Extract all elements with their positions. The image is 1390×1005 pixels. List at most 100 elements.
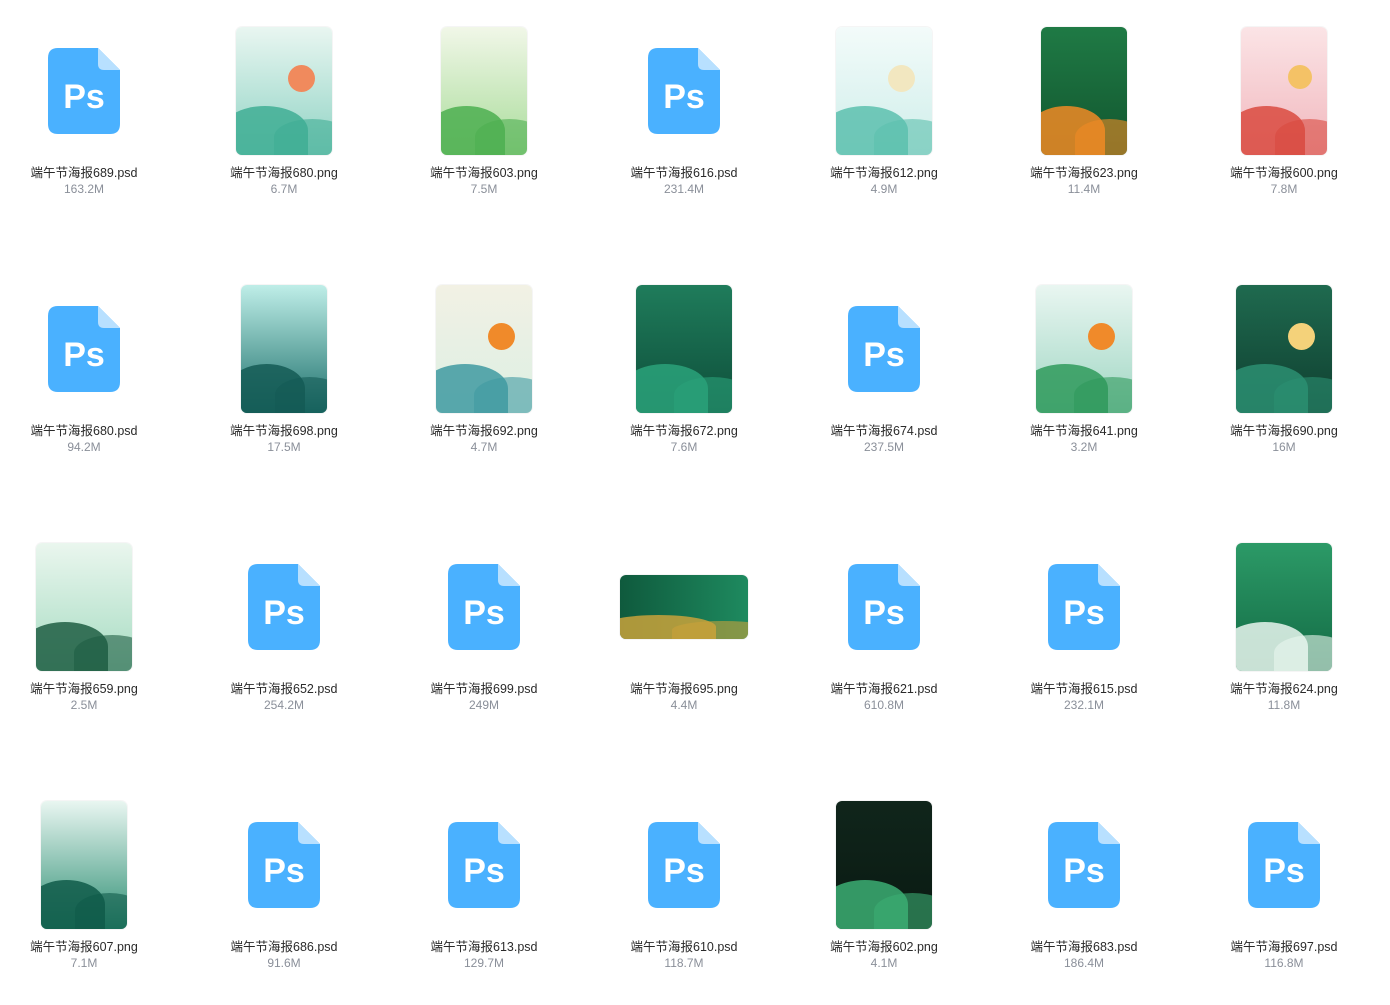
file-thumbnail[interactable]: Ps [618, 25, 750, 157]
svg-text:Ps: Ps [663, 852, 705, 890]
poster-hill-shape [674, 377, 732, 413]
file-item[interactable]: Ps 端午节海报610.psd 118.7M [584, 799, 784, 999]
file-item[interactable]: Ps 端午节海报697.psd 116.8M [1184, 799, 1384, 999]
file-item[interactable]: 端午节海报641.png 3.2M [984, 283, 1184, 483]
file-item[interactable]: 端午节海报672.png 7.6M [584, 283, 784, 483]
file-item[interactable]: 端午节海报603.png 7.5M [384, 25, 584, 225]
file-size: 254.2M [263, 698, 305, 712]
svg-text:Ps: Ps [1063, 852, 1105, 890]
file-thumbnail[interactable]: Ps [1018, 799, 1150, 931]
file-thumbnail[interactable]: Ps [18, 283, 150, 415]
file-thumbnail[interactable]: Ps [818, 541, 950, 673]
file-item[interactable]: 端午节海报602.png 4.1M [784, 799, 984, 999]
poster-thumbnail [241, 285, 327, 413]
file-thumbnail[interactable]: Ps [618, 799, 750, 931]
file-thumbnail[interactable] [418, 25, 550, 157]
file-size: 3.2M [1070, 440, 1098, 454]
file-thumbnail[interactable]: Ps [218, 799, 350, 931]
file-item[interactable]: Ps 端午节海报615.psd 232.1M [984, 541, 1184, 741]
poster-hill-shape [1274, 377, 1332, 413]
poster-thumbnail [436, 285, 532, 413]
file-name: 端午节海报659.png [30, 682, 138, 696]
file-item[interactable]: Ps 端午节海报683.psd 186.4M [984, 799, 1184, 999]
file-item[interactable]: Ps 端午节海报613.psd 129.7M [384, 799, 584, 999]
file-item[interactable]: 端午节海报612.png 4.9M [784, 25, 984, 225]
file-item[interactable]: Ps 端午节海报621.psd 610.8M [784, 541, 984, 741]
file-item[interactable]: Ps 端午节海报652.psd 254.2M [184, 541, 384, 741]
file-item[interactable]: Ps 端午节海报674.psd 237.5M [784, 283, 984, 483]
svg-text:Ps: Ps [863, 594, 905, 632]
file-thumbnail[interactable] [1018, 283, 1150, 415]
file-name: 端午节海报680.png [230, 166, 338, 180]
poster-hill-shape [75, 893, 127, 929]
file-name: 端午节海报686.psd [230, 940, 338, 954]
file-thumbnail[interactable] [618, 283, 750, 415]
file-thumbnail[interactable]: Ps [418, 541, 550, 673]
file-item[interactable]: 端午节海报607.png 7.1M [0, 799, 184, 999]
poster-thumbnail [441, 27, 527, 155]
file-thumbnail[interactable] [1218, 283, 1350, 415]
file-size: 2.5M [70, 698, 98, 712]
poster-thumbnail [836, 27, 932, 155]
photoshop-file-icon: Ps [648, 48, 720, 134]
file-item[interactable]: Ps 端午节海报689.psd 163.2M [0, 25, 184, 225]
file-thumbnail[interactable]: Ps [1018, 541, 1150, 673]
file-thumbnail[interactable] [818, 799, 950, 931]
poster-hill-shape [874, 893, 932, 929]
file-name: 端午节海报603.png [430, 166, 538, 180]
poster-hill-shape [275, 377, 327, 413]
file-thumbnail[interactable] [18, 799, 150, 931]
file-name: 端午节海报680.psd [30, 424, 138, 438]
poster-thumbnail [1236, 543, 1332, 671]
file-item[interactable]: 端午节海报692.png 4.7M [384, 283, 584, 483]
file-size: 610.8M [863, 698, 905, 712]
file-thumbnail[interactable] [1218, 25, 1350, 157]
svg-text:Ps: Ps [63, 78, 105, 116]
photoshop-file-icon: Ps [248, 822, 320, 908]
file-size: 11.8M [1267, 698, 1301, 712]
file-item[interactable]: Ps 端午节海报686.psd 91.6M [184, 799, 384, 999]
file-item[interactable]: 端午节海报698.png 17.5M [184, 283, 384, 483]
file-item[interactable]: 端午节海报623.png 11.4M [984, 25, 1184, 225]
file-item[interactable]: 端午节海报624.png 11.8M [1184, 541, 1384, 741]
file-thumbnail[interactable]: Ps [18, 25, 150, 157]
photoshop-file-icon: Ps [448, 564, 520, 650]
file-size: 16M [1272, 440, 1296, 454]
file-name: 端午节海报689.psd [30, 166, 138, 180]
file-thumbnail[interactable]: Ps [818, 283, 950, 415]
poster-hill-shape [874, 119, 932, 155]
file-name: 端午节海报699.psd [430, 682, 538, 696]
file-item[interactable]: 端午节海报680.png 6.7M [184, 25, 384, 225]
file-size: 7.6M [670, 440, 698, 454]
photoshop-file-icon: Ps [48, 48, 120, 134]
file-thumbnail[interactable]: Ps [218, 541, 350, 673]
file-name: 端午节海报692.png [430, 424, 538, 438]
file-item[interactable]: Ps 端午节海报680.psd 94.2M [0, 283, 184, 483]
file-size: 116.8M [1264, 956, 1304, 970]
file-item[interactable]: Ps 端午节海报616.psd 231.4M [584, 25, 784, 225]
file-item[interactable]: 端午节海报695.png 4.4M [584, 541, 784, 741]
file-size: 7.1M [70, 956, 98, 970]
file-thumbnail[interactable] [418, 283, 550, 415]
svg-text:Ps: Ps [263, 852, 305, 890]
file-thumbnail[interactable]: Ps [1218, 799, 1350, 931]
file-thumbnail[interactable] [218, 283, 350, 415]
file-name: 端午节海报690.png [1230, 424, 1338, 438]
file-size: 232.1M [1063, 698, 1105, 712]
file-item[interactable]: 端午节海报690.png 16M [1184, 283, 1384, 483]
file-thumbnail[interactable] [218, 25, 350, 157]
poster-sun-shape [1288, 323, 1315, 350]
file-thumbnail[interactable] [1218, 541, 1350, 673]
file-thumbnail[interactable] [618, 541, 750, 673]
svg-text:Ps: Ps [463, 852, 505, 890]
file-item[interactable]: 端午节海报600.png 7.8M [1184, 25, 1384, 225]
file-thumbnail[interactable]: Ps [418, 799, 550, 931]
file-item[interactable]: Ps 端午节海报699.psd 249M [384, 541, 584, 741]
svg-text:Ps: Ps [63, 336, 105, 374]
file-item[interactable]: 端午节海报659.png 2.5M [0, 541, 184, 741]
file-thumbnail[interactable] [1018, 25, 1150, 157]
photoshop-file-icon: Ps [48, 306, 120, 392]
file-thumbnail[interactable] [18, 541, 150, 673]
file-thumbnail[interactable] [818, 25, 950, 157]
poster-thumbnail [236, 27, 332, 155]
